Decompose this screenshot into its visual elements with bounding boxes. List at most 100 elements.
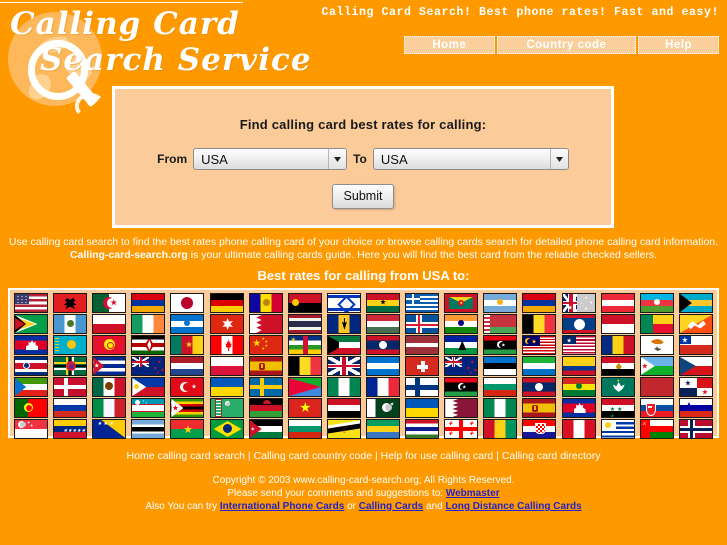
flag-cell[interactable]	[678, 377, 713, 397]
flag-cell[interactable]	[678, 314, 713, 334]
flag-cell[interactable]	[248, 293, 283, 313]
flag-cell[interactable]: ★ ★ ★	[92, 419, 127, 439]
flag-cell[interactable]	[53, 356, 88, 376]
flag-cell[interactable]	[522, 377, 557, 397]
flag-cell[interactable]	[483, 293, 518, 313]
flag-cell[interactable]	[209, 356, 244, 376]
flag-cell[interactable]	[14, 293, 49, 313]
flag-cell[interactable]	[287, 335, 322, 355]
flag-cell[interactable]	[405, 293, 440, 313]
webmaster-link[interactable]: Webmaster	[446, 488, 500, 499]
flag-cell[interactable]	[522, 419, 557, 439]
flag-cell[interactable]	[483, 356, 518, 376]
flag-cell[interactable]	[170, 419, 205, 439]
submit-button[interactable]: Submit	[331, 184, 395, 209]
flag-cell[interactable]	[678, 356, 713, 376]
flag-cell[interactable]	[561, 335, 596, 355]
flag-cell[interactable]	[53, 293, 88, 313]
flag-cell[interactable]	[131, 293, 166, 313]
flag-cell[interactable]	[366, 377, 401, 397]
flag-cell[interactable]	[14, 419, 49, 439]
flag-cell[interactable]	[600, 419, 635, 439]
flag-cell[interactable]	[248, 356, 283, 376]
flag-cell[interactable]	[678, 293, 713, 313]
flag-cell[interactable]: ✚ ✚ ✚ ✚	[444, 419, 479, 439]
flag-cell[interactable]	[522, 335, 557, 355]
flag-cell[interactable]	[405, 356, 440, 376]
flag-cell[interactable]	[14, 335, 49, 355]
flag-cell[interactable]	[522, 398, 557, 418]
flag-cell[interactable]	[248, 314, 283, 334]
flag-cell[interactable]	[326, 377, 361, 397]
flag-cell[interactable]	[561, 419, 596, 439]
to-country-select[interactable]: USA	[372, 148, 569, 170]
flag-cell[interactable]	[131, 356, 166, 376]
flag-cell[interactable]	[53, 398, 88, 418]
footer-link-help[interactable]: Help for use calling card	[381, 450, 494, 462]
flag-cell[interactable]	[287, 377, 322, 397]
flag-cell[interactable]	[170, 293, 205, 313]
flag-cell[interactable]: ★★★★★	[53, 419, 88, 439]
nav-item-country-code[interactable]: Country code	[496, 36, 637, 54]
flag-cell[interactable]	[600, 335, 635, 355]
nav-item-home[interactable]: Home	[404, 36, 495, 54]
flag-cell[interactable]	[366, 356, 401, 376]
flag-cell[interactable]	[366, 335, 401, 355]
flag-cell[interactable]	[522, 314, 557, 334]
flag-cell[interactable]	[92, 335, 127, 355]
flag-cell[interactable]	[483, 314, 518, 334]
flag-cell[interactable]	[170, 398, 205, 418]
flag-cell[interactable]	[639, 314, 674, 334]
site-logo[interactable]: Calling Card Search Service	[0, 4, 360, 117]
flag-cell[interactable]	[131, 419, 166, 439]
flag-cell[interactable]	[444, 293, 479, 313]
footer-link-country-code[interactable]: Calling card country code	[254, 450, 372, 462]
flag-cell[interactable]	[209, 314, 244, 334]
flag-cell[interactable]	[326, 356, 361, 376]
flag-cell[interactable]	[14, 398, 49, 418]
flag-cell[interactable]: ☾	[326, 419, 361, 439]
flag-cell[interactable]	[405, 419, 440, 439]
flag-cell[interactable]	[209, 398, 244, 418]
flag-cell[interactable]	[53, 335, 88, 355]
flag-cell[interactable]	[92, 314, 127, 334]
flag-cell[interactable]	[287, 293, 322, 313]
flag-cell[interactable]	[326, 335, 361, 355]
flag-cell[interactable]	[248, 398, 283, 418]
flag-cell[interactable]	[561, 314, 596, 334]
flag-cell[interactable]	[366, 293, 401, 313]
flag-cell[interactable]	[639, 335, 674, 355]
flag-cell[interactable]: ⚔	[639, 419, 674, 439]
flag-cell[interactable]	[287, 419, 322, 439]
flag-cell[interactable]	[639, 398, 674, 418]
flag-cell[interactable]	[366, 398, 401, 418]
flag-cell[interactable]	[170, 356, 205, 376]
flag-cell[interactable]	[131, 377, 166, 397]
flag-cell[interactable]	[209, 293, 244, 313]
flag-cell[interactable]	[483, 419, 518, 439]
flag-cell[interactable]	[444, 314, 479, 334]
flag-cell[interactable]	[600, 356, 635, 376]
flag-cell[interactable]	[483, 398, 518, 418]
nav-item-help[interactable]: Help	[638, 36, 720, 54]
flag-cell[interactable]	[248, 377, 283, 397]
flag-cell[interactable]	[561, 398, 596, 418]
flag-cell[interactable]	[444, 356, 479, 376]
flag-cell[interactable]	[131, 398, 166, 418]
flag-cell[interactable]	[561, 356, 596, 376]
flag-cell[interactable]	[483, 335, 518, 355]
footer-link-directory[interactable]: Calling card directory	[502, 450, 601, 462]
flag-cell[interactable]	[366, 314, 401, 334]
from-country-select[interactable]: USA	[193, 148, 348, 170]
flag-cell[interactable]	[92, 293, 127, 313]
flag-cell[interactable]	[405, 314, 440, 334]
flag-cell[interactable]	[92, 356, 127, 376]
flag-cell[interactable]	[444, 335, 479, 355]
flag-cell[interactable]	[14, 314, 49, 334]
flag-cell[interactable]	[287, 398, 322, 418]
flag-cell[interactable]	[561, 377, 596, 397]
flag-cell[interactable]	[92, 377, 127, 397]
flag-cell[interactable]	[209, 419, 244, 439]
flag-cell[interactable]	[131, 335, 166, 355]
chevron-down-icon[interactable]	[328, 149, 347, 169]
